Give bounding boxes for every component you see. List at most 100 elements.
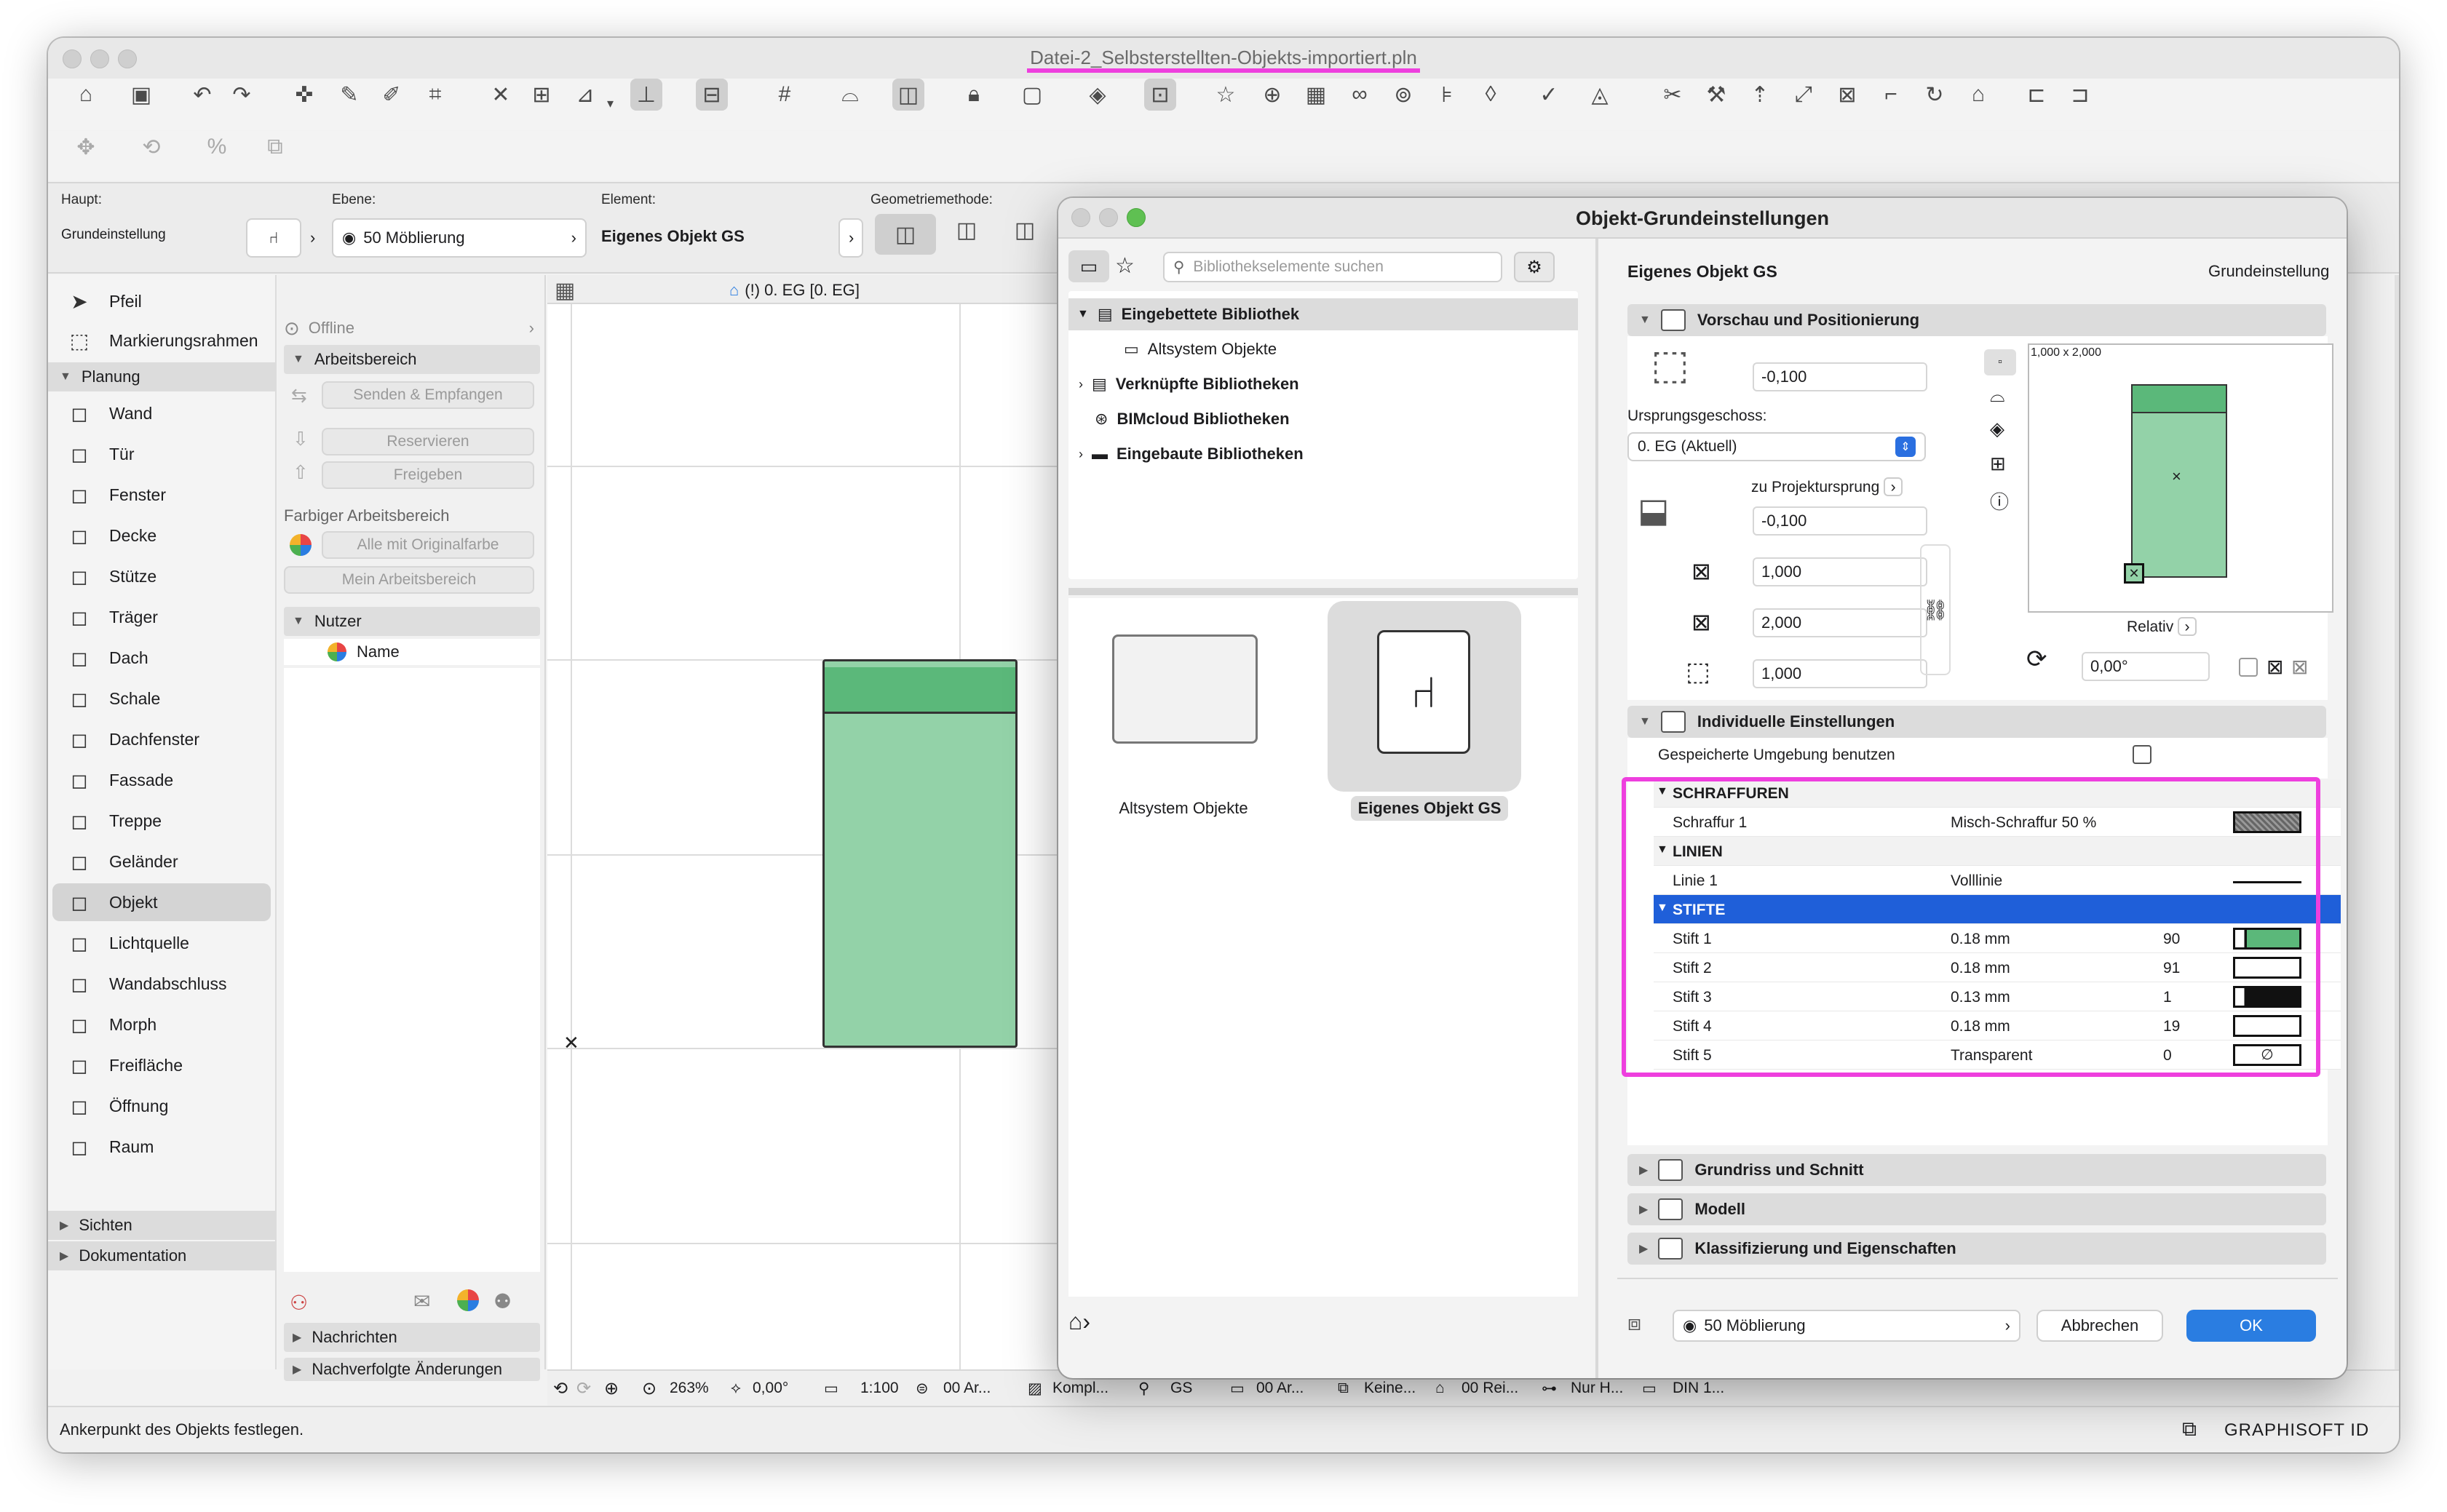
duplicate-icon[interactable]: ⧉ [259, 131, 291, 163]
tool-pfeil[interactable]: ➤ Pfeil [52, 282, 271, 320]
size-x-input[interactable]: 1,000 [1753, 557, 1927, 586]
geometry-box-icon[interactable]: ◫ [875, 214, 936, 255]
komplex-value[interactable]: Kompl... [1052, 1380, 1109, 1397]
senden-empfangen-button[interactable]: Senden & Empfangen [322, 381, 534, 409]
tool-decke[interactable]: ◻ Decke [52, 517, 271, 554]
chevron-down-icon[interactable]: ▾ [607, 96, 614, 111]
pen-set-value[interactable]: GS [1170, 1380, 1192, 1397]
redo-view-icon[interactable]: ⟳ [576, 1378, 591, 1399]
view-section-icon[interactable]: ⊞ [1990, 453, 2006, 475]
library-search-input[interactable]: ⚲ Bibliothekselemente suchen [1163, 252, 1502, 282]
gespeicherte-checkbox[interactable] [2133, 745, 2151, 764]
section-klassifizierung[interactable]: ▶ Klassifizierung und Eigenschaften [1627, 1233, 2326, 1265]
grid-view-icon[interactable]: ▦ [555, 278, 575, 303]
measure-icon[interactable]: ⊞ [526, 79, 558, 111]
nachrichten-header[interactable]: ▶ Nachrichten [284, 1323, 540, 1352]
roof-tool-icon[interactable]: ⌂ [1962, 79, 1994, 111]
inject-icon[interactable]: ✐ [376, 79, 408, 111]
wall-end-tool-icon[interactable]: ⊐ [2064, 79, 2096, 111]
nutzer-header[interactable]: ▼ Nutzer [284, 607, 540, 636]
split-icon[interactable]: ⊠ [1831, 79, 1863, 111]
zoom-in-icon[interactable]: ⊕ [604, 1378, 619, 1399]
redo-icon[interactable]: ↷ [226, 79, 258, 111]
mirror-icon[interactable]: % [201, 131, 233, 163]
structure-value[interactable]: Nur H... [1571, 1380, 1623, 1397]
grouping-icon[interactable]: ◫ [892, 79, 924, 111]
triangle-icon[interactable]: ◬ [1584, 79, 1616, 111]
freigeben-button[interactable]: Freigeben [322, 461, 534, 489]
view-3d-icon[interactable]: ◈ [1990, 418, 2004, 440]
relativ-link[interactable]: Relativ › [2127, 617, 2197, 636]
tool-dachfenster[interactable]: ◻ Dachfenster [52, 720, 271, 758]
reservieren-button[interactable]: Reservieren [322, 428, 534, 455]
tool-traeger[interactable]: ◻ Träger [52, 598, 271, 636]
tool-stuetze[interactable]: ◻ Stütze [52, 557, 271, 595]
tree-eingebettete[interactable]: ▼ ▤ Eingebettete Bibliothek [1068, 298, 1578, 330]
tree-verknuepfte[interactable]: › ▤ Verknüpfte Bibliotheken [1079, 368, 1559, 400]
surface-icon[interactable]: ⌓ [834, 79, 866, 111]
dialog-layer-select[interactable]: ◉ 50 Möblierung › [1673, 1310, 2020, 1342]
tool-markierungsrahmen[interactable]: ⬚ Markierungsrahmen [52, 322, 271, 359]
check-icon[interactable]: ✓ [1533, 79, 1565, 111]
move-icon[interactable]: ✥ [70, 131, 102, 163]
home-icon[interactable]: ⌂ [70, 79, 102, 111]
tool-freiflaeche[interactable]: ◻ Freifläche [52, 1046, 271, 1084]
section-individuelle[interactable]: ▼ Individuelle Einstellungen [1627, 706, 2326, 738]
dialog-minimize-button[interactable] [1099, 208, 1118, 227]
group-sichten[interactable]: ▶ Sichten [48, 1211, 277, 1240]
favorite-star-icon[interactable]: ☆ [1210, 79, 1242, 111]
ursprung-select[interactable]: 0. EG (Aktuell) ⇕ [1627, 432, 1926, 461]
override-value[interactable]: Keine... [1364, 1380, 1416, 1397]
windows-icon[interactable]: ⧉ [2182, 1417, 2197, 1441]
geometry-double-icon[interactable]: ◫ [1009, 214, 1041, 246]
graphisoft-id[interactable]: GRAPHISOFT ID [2224, 1420, 2369, 1441]
group-dokumentation[interactable]: ▶ Dokumentation [48, 1241, 277, 1270]
object-settings-button[interactable]: ⑁ [246, 218, 301, 258]
placed-object[interactable] [822, 659, 1018, 1048]
user-remove-icon[interactable]: ⚇ [290, 1291, 308, 1315]
classification-icon[interactable]: ⊧ [1431, 79, 1463, 111]
tool-gelaender[interactable]: ◻ Geländer [52, 843, 271, 880]
corner-icon[interactable]: ⌐ [1875, 79, 1907, 111]
tile-altsystem[interactable]: Altsystem Objekte [1090, 605, 1277, 817]
projekt-link[interactable]: zu Projektursprung › [1751, 477, 1903, 496]
element-chevron-icon[interactable]: › [838, 218, 863, 258]
3d-view-icon[interactable]: ◈ [1082, 79, 1114, 111]
tree-eingebaute[interactable]: › ▬ Eingebaute Bibliotheken [1079, 438, 1559, 470]
renovation-icon[interactable]: ⊕ [1256, 79, 1288, 111]
offset-bottom-input[interactable]: -0,100 [1753, 506, 1927, 536]
tool-fenster[interactable]: ◻ Fenster [52, 476, 271, 514]
view-elevation-icon[interactable]: ⌓ [1990, 384, 2005, 407]
zoom-value[interactable]: 263% [670, 1380, 709, 1397]
tool-fassade[interactable]: ◻ Fassade [52, 761, 271, 799]
cursor-snap-icon[interactable]: ✕ [485, 79, 517, 111]
group-planung[interactable]: ▼ Planung [48, 362, 277, 391]
tool-tuer[interactable]: ◻ Tür [52, 435, 271, 473]
tag-icon[interactable]: ◊ [1475, 79, 1507, 111]
suspend-groups-icon[interactable]: ⊡ [1144, 79, 1176, 111]
canvas-tab[interactable]: ⌂ (!) 0. EG [0. EG] [729, 281, 860, 300]
tool-schale[interactable]: ◻ Schale [52, 680, 271, 717]
scissors-icon[interactable]: ✂ [1657, 79, 1689, 111]
size-z-input[interactable]: 1,000 [1753, 659, 1927, 688]
chain-link-icon[interactable]: ⛓ [1920, 544, 1951, 675]
tool-objekt[interactable]: ◻ Objekt [52, 883, 271, 921]
undo-icon[interactable]: ↶ [186, 79, 218, 111]
eyedropper-icon[interactable]: ✎ [333, 79, 365, 111]
view-plan-icon[interactable]: ▫ [1984, 349, 2016, 375]
user-settings-icon[interactable]: ⚉ [493, 1289, 512, 1313]
pick-up-icon[interactable]: ✜ [288, 79, 320, 111]
message-icon[interactable]: ✉ [413, 1289, 430, 1313]
zoom-icon[interactable]: ⊙ [642, 1378, 657, 1399]
rotation-input[interactable]: 0,00° [2082, 652, 2210, 681]
curve-icon[interactable]: ↻ [1919, 79, 1951, 111]
anchor-point-icon[interactable]: ✕ [2124, 563, 2144, 584]
tool-morph[interactable]: ◻ Morph [52, 1006, 271, 1043]
rotate-icon[interactable]: ⟲ [135, 131, 167, 163]
section-modell[interactable]: ▶ Modell [1627, 1193, 2326, 1225]
tool-dach[interactable]: ◻ Dach [52, 639, 271, 677]
save-icon[interactable]: ▣ [125, 79, 157, 111]
gear-icon[interactable]: ⚙ [1514, 252, 1555, 282]
chevron-right-icon[interactable]: › [529, 319, 534, 338]
tool-wandabschluss[interactable]: ◻ Wandabschluss [52, 965, 271, 1003]
